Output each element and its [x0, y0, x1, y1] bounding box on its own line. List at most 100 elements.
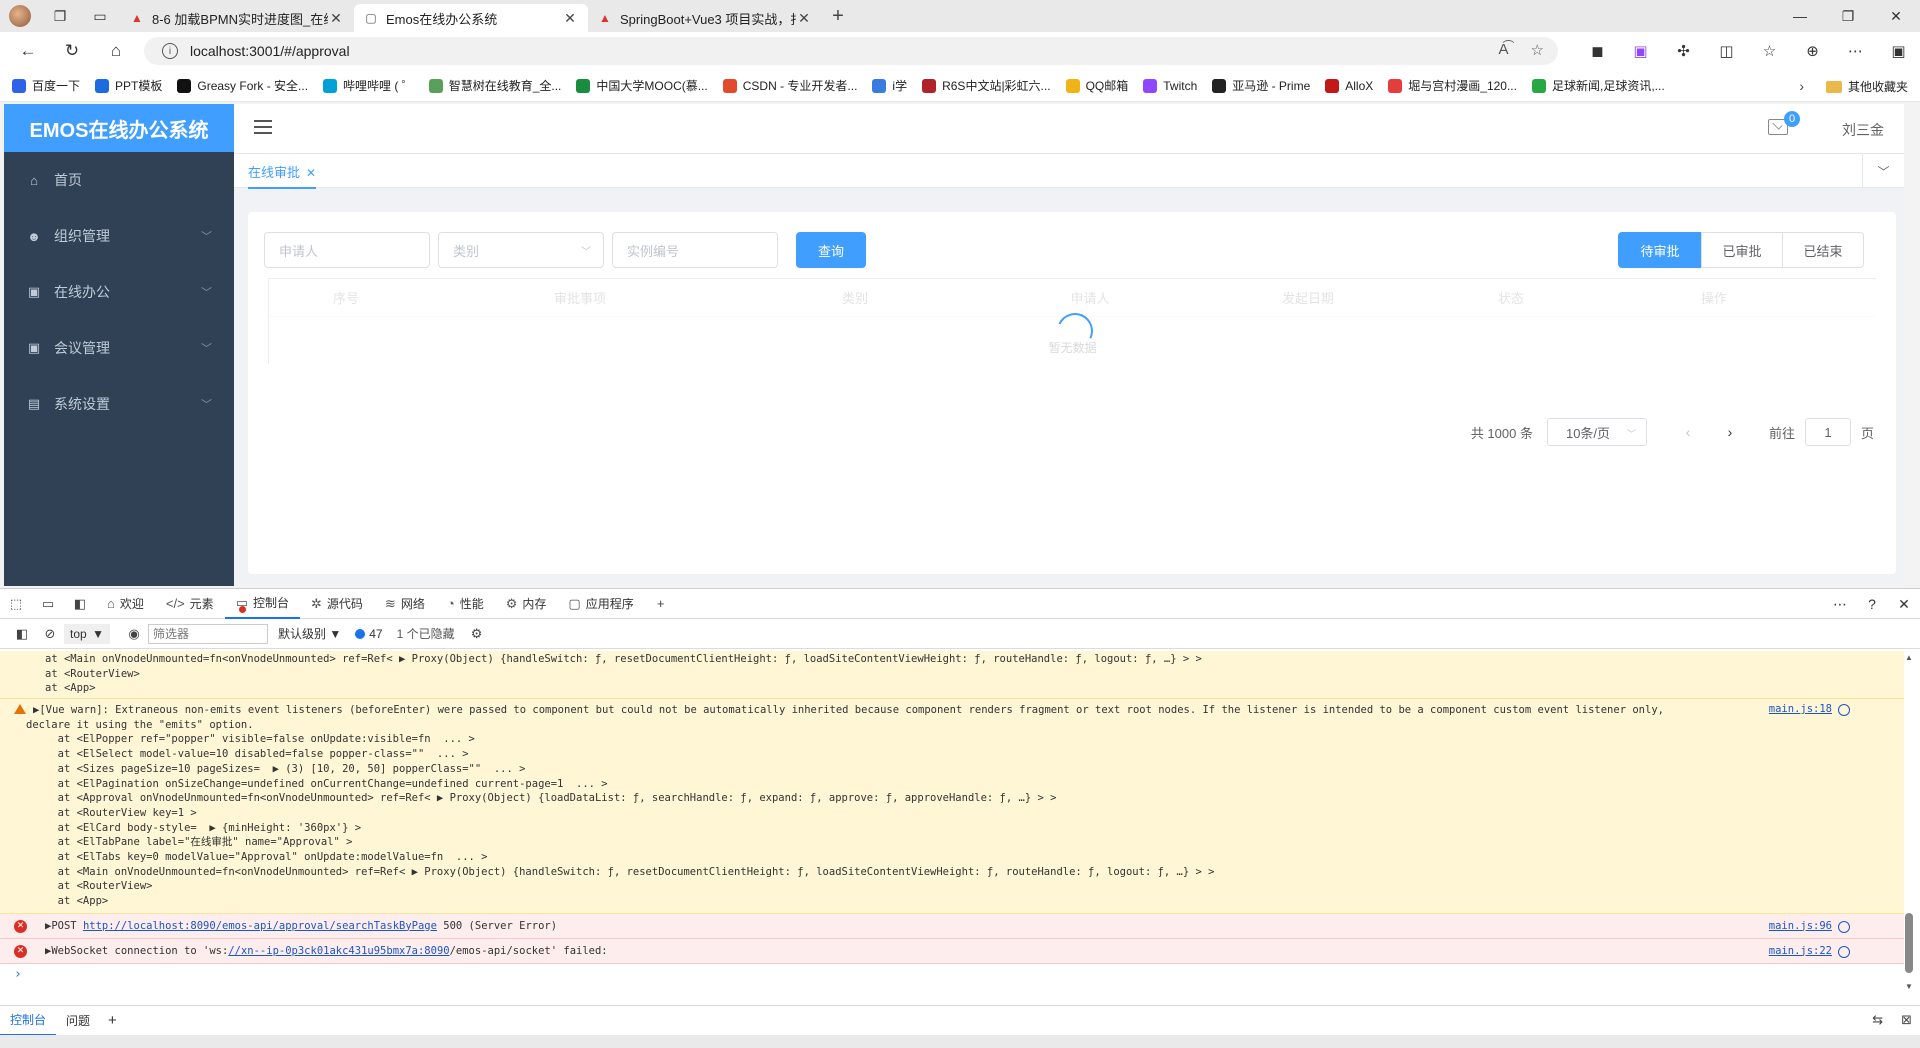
devtools-tab[interactable]: </> 元素	[155, 589, 225, 619]
bookmark-item[interactable]: Greasy Fork - 安全...	[177, 77, 308, 94]
source-badge-icon[interactable]	[1838, 704, 1850, 717]
menu-toggle-icon[interactable]	[254, 120, 272, 134]
drawer-tab-issues[interactable]: 问题	[56, 1006, 100, 1036]
error-url-link[interactable]: //xn--ip-0p3ck01akc431u95bmx7a:8090	[228, 945, 449, 957]
sidebar-item[interactable]: ☻ 组织管理 ﹀	[4, 208, 234, 264]
sidebar-item[interactable]: ▣ 会议管理 ﹀	[4, 320, 234, 376]
close-window-button[interactable]: ✕	[1872, 0, 1920, 32]
info-icon[interactable]: i	[162, 43, 178, 59]
scroll-down-icon[interactable]: ▼	[1904, 982, 1914, 991]
bookmark-item[interactable]: 哔哩哔哩 ( ゜	[323, 77, 414, 94]
status-tab-approved[interactable]: 已审批	[1701, 232, 1783, 268]
app-logo[interactable]: EMOS在线办公系统	[4, 104, 234, 152]
message-count[interactable]: 47	[355, 627, 383, 641]
more-options-icon[interactable]: ⋯	[1824, 596, 1856, 613]
category-select[interactable]: 类别 ﹀	[438, 232, 604, 268]
add-drawer-tab-icon[interactable]: +	[100, 1012, 125, 1029]
address-bar[interactable]: i localhost:3001/#/approval A͡ ☆	[144, 37, 1558, 65]
devtools-tab[interactable]: ⚙ 内存	[495, 589, 558, 619]
close-drawer-icon[interactable]: ⊠	[1901, 1012, 1912, 1028]
tab-approval[interactable]: 在线审批 ✕	[248, 162, 317, 189]
bookmark-item[interactable]: CSDN - 专业开发者...	[722, 77, 857, 94]
bookmark-item[interactable]: i学	[872, 77, 907, 94]
bookmark-item[interactable]: Twitch	[1143, 78, 1197, 93]
sidebar-item[interactable]: ⌂ 首页	[4, 152, 234, 208]
devtools-tab[interactable]: ◔ 性能	[436, 589, 495, 619]
favorite-star-icon[interactable]: ☆	[1531, 41, 1544, 59]
devtools-tab[interactable]: ≋ 网络	[374, 589, 436, 619]
chevron-right-icon[interactable]: ›	[1799, 78, 1804, 94]
page-number-input[interactable]: 1	[1804, 418, 1851, 446]
close-tab-icon[interactable]: ✕	[562, 10, 578, 27]
split-screen-icon[interactable]: ◫	[1705, 42, 1748, 60]
eye-icon[interactable]: ◉	[120, 626, 148, 642]
source-badge-icon[interactable]	[1838, 945, 1850, 958]
inspect-element-icon[interactable]: ⬚	[0, 596, 32, 612]
source-link[interactable]: main.js:96	[1769, 914, 1832, 939]
devtools-tab[interactable]: ⌂ 欢迎	[96, 589, 155, 619]
chevron-down-icon[interactable]: ﹀	[1862, 154, 1904, 188]
console-error[interactable]: ✕ ▶POST http://localhost:8090/emos-api/ap…	[0, 913, 1904, 939]
minimize-button[interactable]: —	[1776, 0, 1824, 32]
bookmark-item[interactable]: 足球新闻,足球资讯,...	[1531, 77, 1665, 94]
sidebar-toggle-icon[interactable]: ◧	[8, 626, 36, 642]
applicant-input[interactable]: 申请人	[264, 232, 430, 268]
twitch-extension-icon[interactable]: ▣	[1619, 42, 1662, 60]
browser-tab-3[interactable]: ▲ SpringBoot+Vue3 项目实战，打造 ✕	[588, 4, 822, 32]
close-tab-icon[interactable]: ✕	[328, 10, 344, 27]
bookmark-item[interactable]: 百度一下	[12, 77, 80, 94]
workspaces-icon[interactable]: ❐	[40, 0, 80, 32]
close-icon[interactable]: ✕	[306, 166, 316, 180]
extensions-puzzle-icon[interactable]: ✣	[1662, 42, 1705, 60]
devtools-tab[interactable]: ▢ 应用程序	[557, 589, 644, 619]
username[interactable]: 刘三金	[1842, 120, 1884, 140]
devtools-tab[interactable]: ✲ 源代码	[300, 589, 374, 619]
status-tab-pending[interactable]: 待审批	[1618, 232, 1702, 268]
tab-actions-icon[interactable]: ▭	[80, 0, 120, 32]
bookmark-item[interactable]: 中国大学MOOC(慕...	[576, 77, 708, 94]
reload-button[interactable]: ↻	[50, 32, 94, 70]
context-select[interactable]: top ▼	[64, 623, 110, 644]
dock-drawer-icon[interactable]: ⇆	[1872, 1012, 1883, 1028]
close-tab-icon[interactable]: ✕	[796, 10, 812, 27]
browser-tab-1[interactable]: ▲ 8-6 加载BPMN实时进度图_在线办 ✕	[120, 4, 354, 32]
device-emulation-icon[interactable]: ▭	[32, 596, 64, 612]
prev-page-button[interactable]: ‹	[1667, 424, 1709, 440]
other-bookmarks-folder[interactable]: 其他收藏夹	[1825, 78, 1908, 95]
collections-icon[interactable]: ⊕	[1791, 42, 1834, 60]
error-url-link[interactable]: http://localhost:8090/emos-api/approval/…	[83, 920, 437, 932]
devtools-tab[interactable]: ▭ 控制台	[224, 589, 300, 619]
source-link[interactable]: main.js:18	[1769, 703, 1832, 715]
help-icon[interactable]: ?	[1856, 596, 1888, 612]
log-level-select[interactable]: 默认级别 ▼	[278, 625, 341, 642]
read-aloud-icon[interactable]: A͡	[1499, 41, 1509, 59]
scroll-up-icon[interactable]: ▲	[1904, 653, 1914, 662]
next-page-button[interactable]: ›	[1709, 424, 1751, 440]
new-tab-button[interactable]: +	[822, 5, 854, 28]
add-panel-icon[interactable]: +	[645, 596, 677, 611]
sidebar-toggle-icon[interactable]: ▣	[1877, 42, 1920, 60]
bookmark-item[interactable]: PPT模板	[95, 77, 162, 94]
sidebar-item[interactable]: ▣ 在线办公 ﹀	[4, 264, 234, 320]
bookmark-item[interactable]: AlloX	[1325, 78, 1373, 93]
page-size-select[interactable]: 10条/页 ﹀	[1546, 418, 1647, 446]
favorites-icon[interactable]: ☆	[1748, 42, 1791, 60]
console-scrollbar[interactable]: ▲ ▼	[1904, 651, 1914, 993]
bookmark-item[interactable]: 堀与宫村漫画_120...	[1388, 77, 1517, 94]
profile-avatar[interactable]	[0, 0, 40, 32]
source-badge-icon[interactable]	[1838, 920, 1850, 933]
home-button[interactable]: ⌂	[94, 32, 138, 70]
bookmark-item[interactable]: 亚马逊 - Prime	[1212, 77, 1310, 94]
restore-button[interactable]: ❐	[1824, 0, 1872, 32]
scrollbar-thumb[interactable]	[1905, 913, 1913, 973]
sidebar-item[interactable]: ▤ 系统设置 ﹀	[4, 376, 234, 432]
bookmark-item[interactable]: 智慧树在线教育_全...	[428, 77, 561, 94]
filter-input[interactable]: 筛选器	[148, 623, 268, 644]
status-tab-finished[interactable]: 已结束	[1782, 232, 1864, 268]
instance-id-input[interactable]: 实例编号	[612, 232, 778, 268]
close-devtools-icon[interactable]: ✕	[1888, 596, 1920, 613]
vue-warning-message[interactable]: main.js:18 ▶[Vue warn]: Extraneous non-e…	[0, 699, 1904, 914]
back-button[interactable]: ←	[6, 32, 50, 70]
console-prompt[interactable]: ›	[0, 964, 1904, 986]
bookmark-item[interactable]: QQ邮箱	[1065, 77, 1128, 94]
